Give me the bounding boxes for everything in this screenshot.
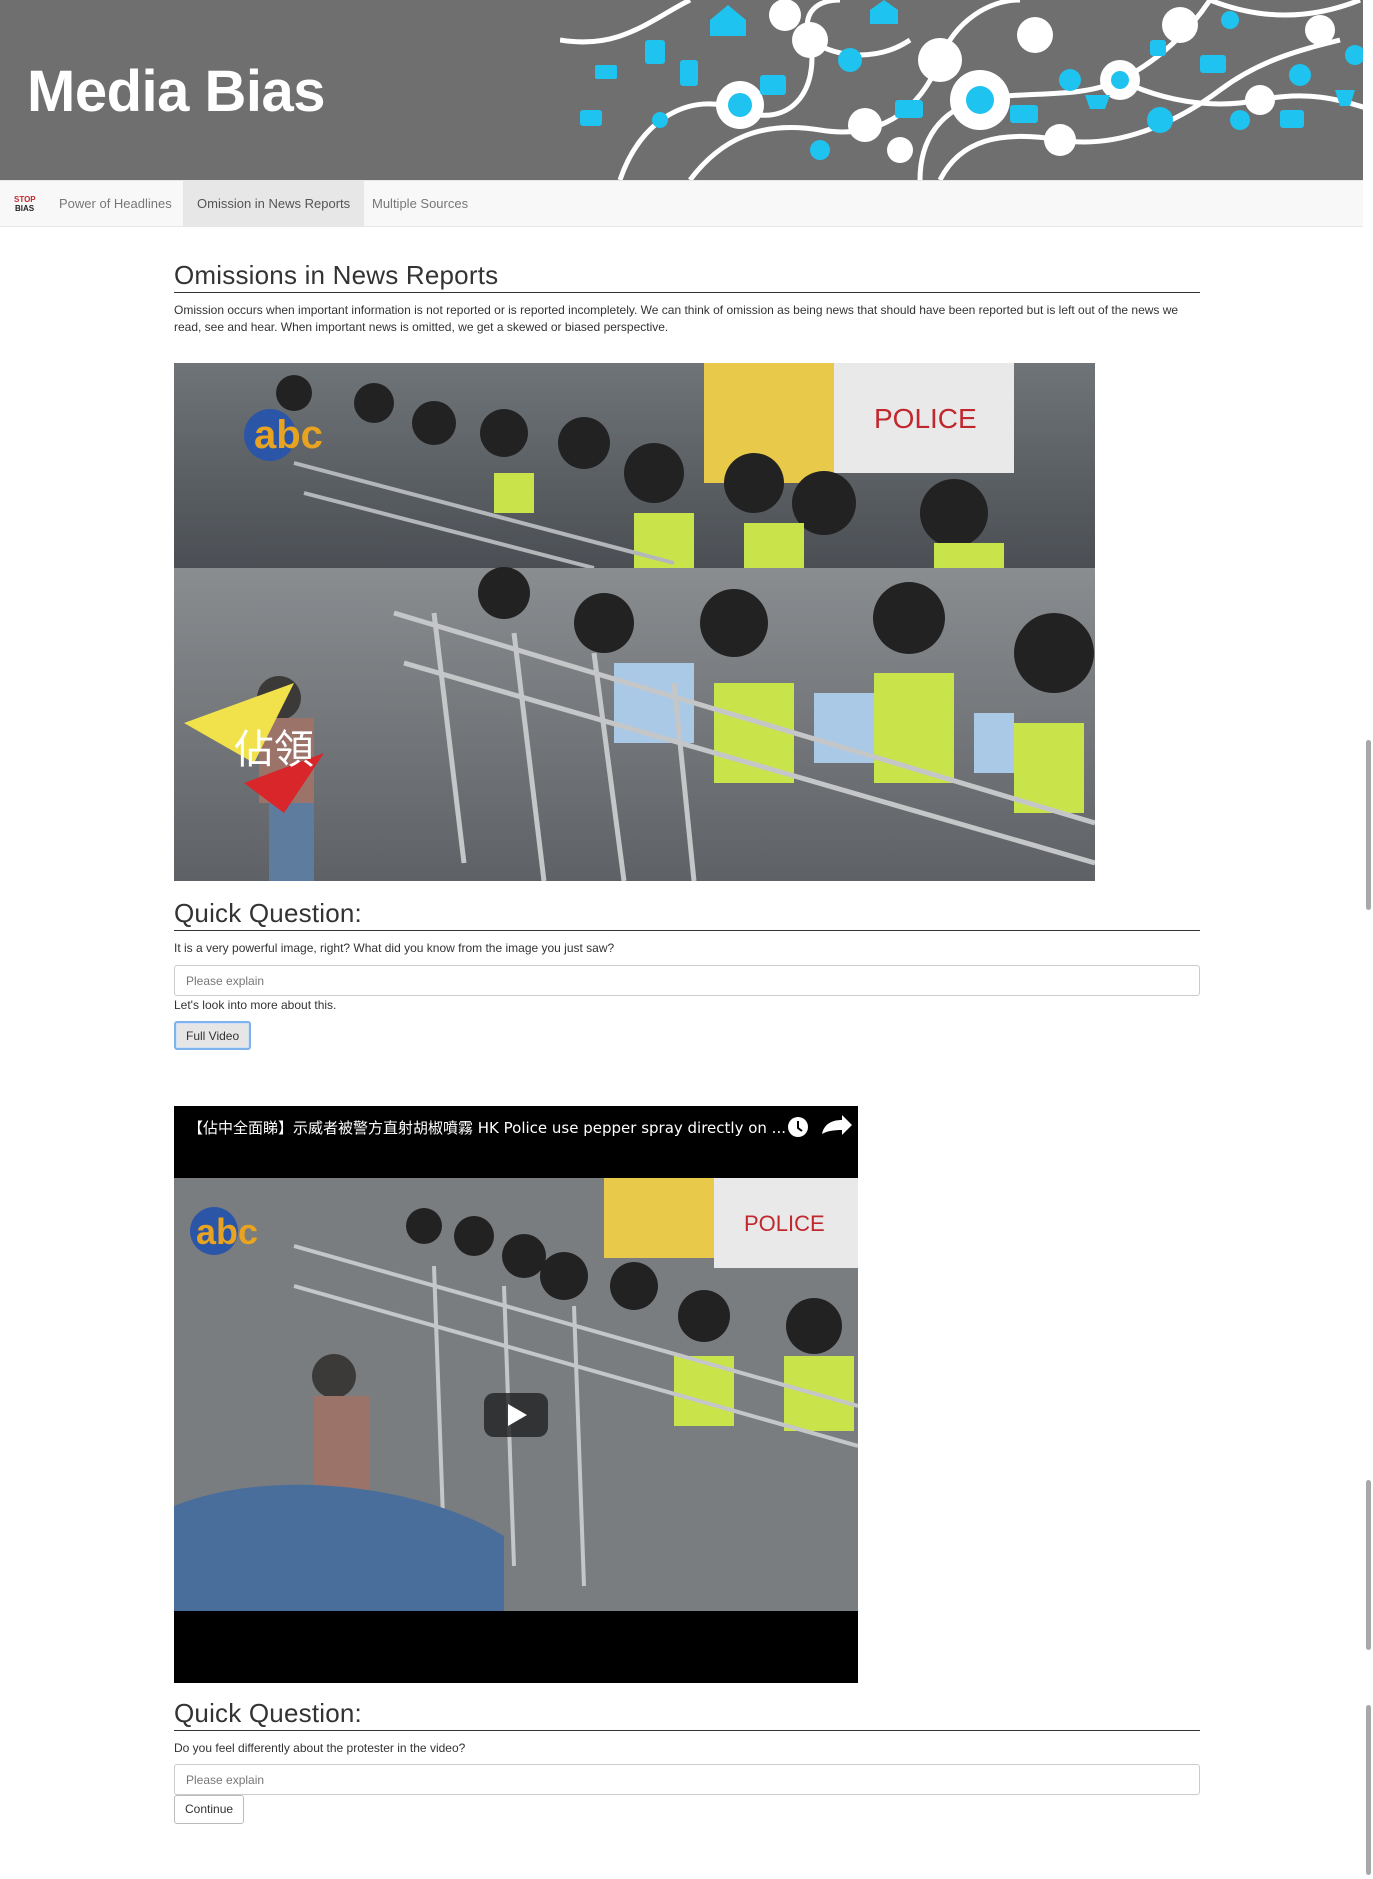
page-scrollbar[interactable] [1363, 0, 1373, 1879]
photo-caption-glyphs: 佔領 [234, 727, 314, 773]
quick-question-prompt-1: It is a very powerful image, right? What… [174, 941, 615, 955]
video-title[interactable]: 【佔中全面睇】示威者被警方直射胡椒噴霧 HK Police use pepper… [188, 1117, 788, 1137]
svg-text:POLICE: POLICE [874, 403, 977, 434]
youtube-video-player[interactable]: POLICE abc 【佔中全面睇】示威者被警方直射胡椒噴霧 HK Police… [174, 1106, 858, 1683]
section-heading: Omissions in News Reports [174, 260, 1200, 293]
svg-text:POLICE: POLICE [744, 1211, 825, 1236]
explain-input-2[interactable] [174, 1764, 1200, 1795]
continue-button[interactable]: Continue [174, 1795, 245, 1824]
nav-omission-in-news-reports[interactable]: Omission in News Reports [183, 181, 365, 227]
header-banner: Media Bias [0, 0, 1373, 180]
quick-question-heading-1: Quick Question: [174, 898, 1200, 931]
site-title: Media Bias [27, 59, 326, 124]
full-video-button[interactable]: Full Video [174, 1021, 252, 1050]
scrollbar-thumb-3[interactable] [1366, 1705, 1371, 1875]
scrollbar-thumb-2[interactable] [1366, 1480, 1371, 1650]
scrollbar-thumb-1[interactable] [1366, 740, 1371, 910]
top-navbar: STOP BIAS Power of Headlines Omission in… [0, 180, 1373, 227]
nav-power-of-headlines[interactable]: Power of Headlines [45, 181, 186, 227]
stop-bias-logo-icon[interactable]: STOP BIAS [12, 192, 36, 216]
watch-later-icon[interactable] [788, 1117, 808, 1137]
social-media-network-illustration [560, 0, 1373, 180]
explain-input-1[interactable] [174, 965, 1200, 996]
section-intro: Omission occurs when important informati… [174, 303, 1179, 334]
nav-multiple-sources[interactable]: Multiple Sources [358, 181, 482, 227]
svg-text:STOP: STOP [14, 195, 36, 204]
svg-text:BIAS: BIAS [15, 204, 35, 213]
video-abc-logo: abc [196, 1211, 258, 1252]
protest-photo: POLICE abc 佔領 [174, 363, 1095, 881]
followup-text: Let's look into more about this. [174, 998, 337, 1012]
quick-question-prompt-2: Do you feel differently about the protes… [174, 1741, 466, 1755]
quick-question-heading-2: Quick Question: [174, 1698, 1200, 1731]
abc-logo: abc [254, 413, 323, 457]
